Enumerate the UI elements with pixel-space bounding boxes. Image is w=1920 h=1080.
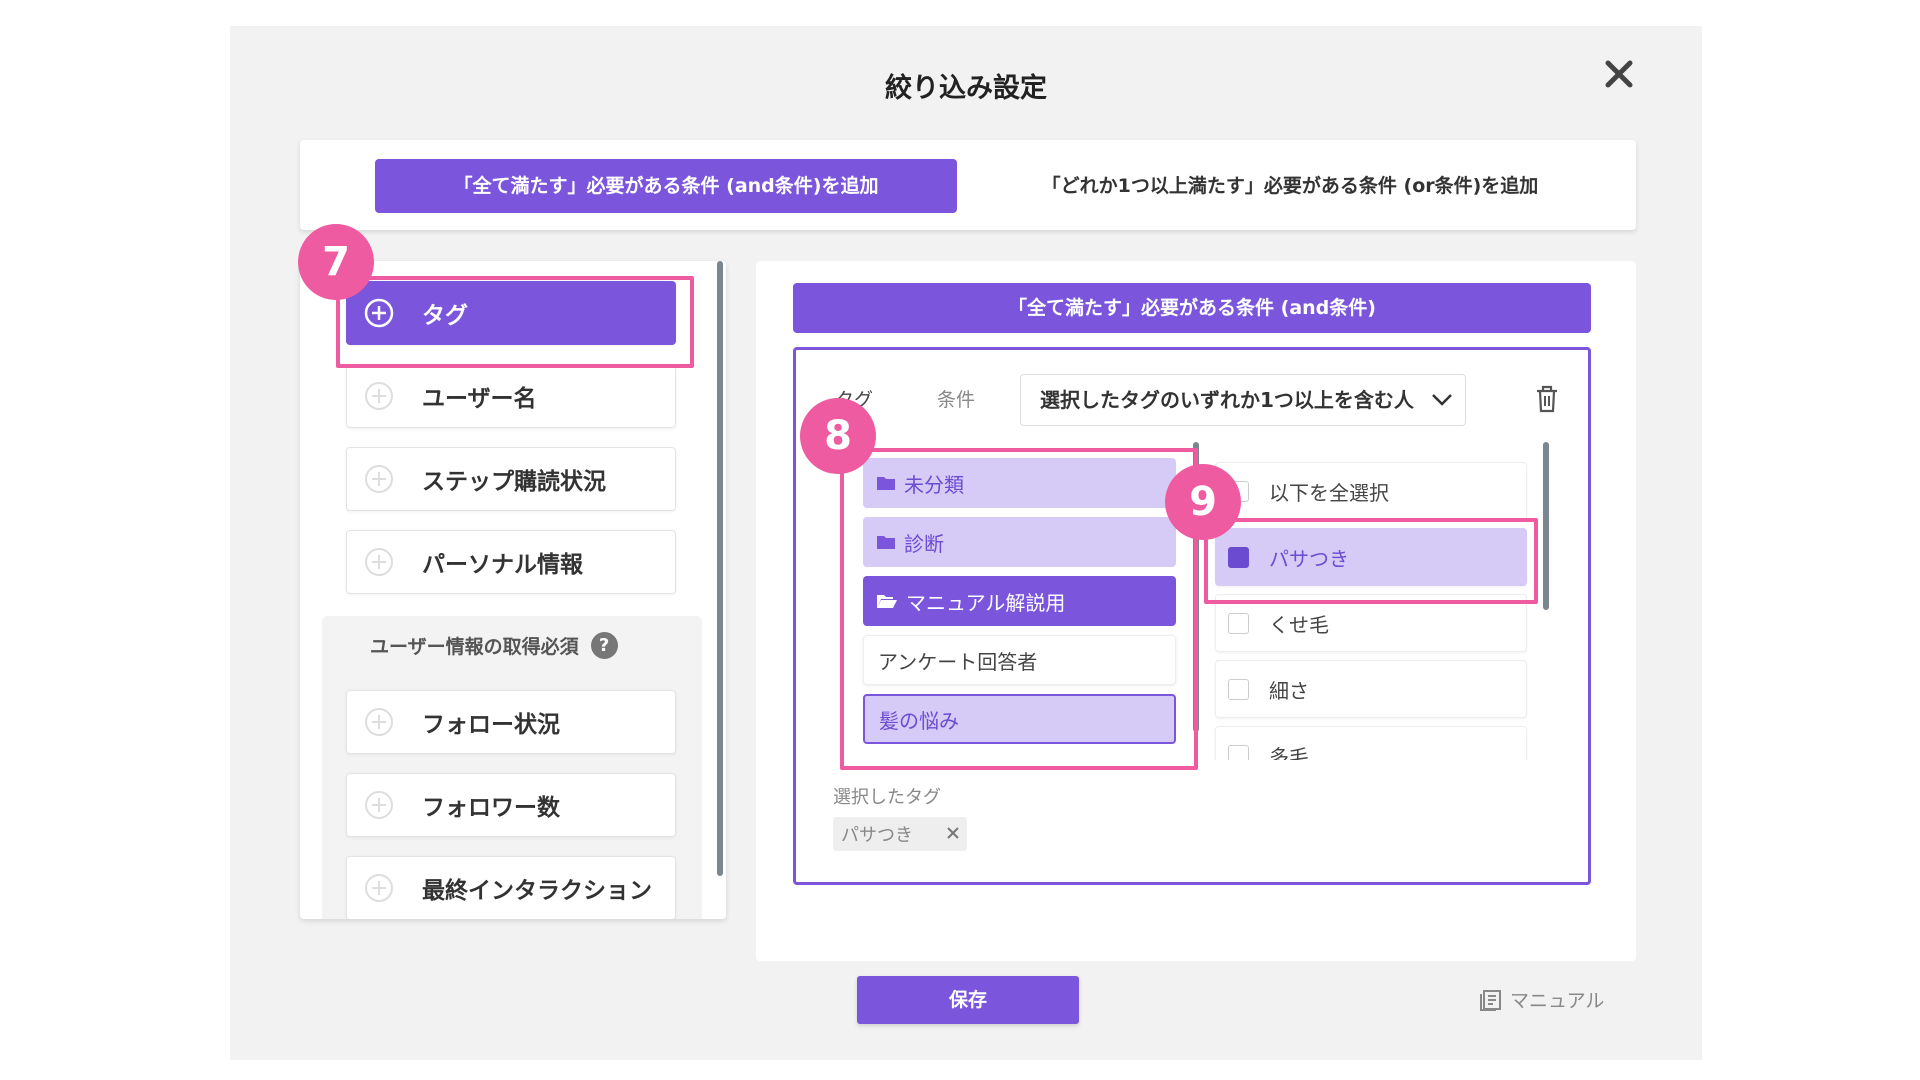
manual-book-icon xyxy=(1480,989,1501,1011)
checkbox[interactable] xyxy=(1228,612,1249,634)
checkbox-list-scrollbar[interactable] xyxy=(1543,442,1549,610)
help-icon[interactable]: ? xyxy=(590,632,618,659)
checkbox[interactable] xyxy=(1228,546,1249,568)
category-label: フォロー状況 xyxy=(422,712,560,738)
tag-checkbox-item[interactable]: くせ毛 xyxy=(1215,594,1527,652)
folder-open-icon xyxy=(877,595,897,608)
category-label: タグ xyxy=(422,303,468,329)
category-label: 最終インタラクション xyxy=(422,878,652,904)
plus-circle-icon xyxy=(364,298,394,328)
tag-folder-item[interactable]: 髪の悩み xyxy=(863,694,1176,744)
annotation-badge-9: 9 xyxy=(1165,464,1241,540)
chevron-down-icon xyxy=(1432,394,1452,406)
plus-circle-icon xyxy=(365,465,393,493)
folder-icon xyxy=(877,477,895,490)
plus-circle-icon xyxy=(365,708,393,736)
category-tag[interactable]: タグ xyxy=(346,281,676,345)
category-follow[interactable]: フォロー状況 xyxy=(346,690,676,754)
condition-mode-bar: 「全て満たす」必要がある条件 (and条件)を追加 「どれか1つ以上満たす」必要… xyxy=(300,140,1636,230)
manual-link[interactable]: マニュアル xyxy=(1480,986,1604,1013)
dialog-title: 絞り込み設定 xyxy=(885,73,1047,104)
condition-field-label: 条件 xyxy=(937,389,976,411)
category-personal[interactable]: パーソナル情報 xyxy=(346,530,676,594)
close-icon[interactable] xyxy=(1601,56,1637,92)
category-followers[interactable]: フォロワー数 xyxy=(346,773,676,837)
save-button[interactable]: 保存 xyxy=(857,976,1079,1024)
condition-select-value: 選択したタグのいずれか1つ以上を含む人 xyxy=(1040,388,1414,412)
condition-panel: 「全て満たす」必要がある条件 (and条件) タグ 条件 選択したタグのいずれか… xyxy=(756,261,1636,961)
plus-circle-icon xyxy=(365,548,393,576)
checkbox[interactable] xyxy=(1228,744,1249,760)
selected-tags-label: 選択したタグ xyxy=(833,787,941,808)
category-label: ステップ購読状況 xyxy=(422,469,606,495)
filter-settings-dialog: 絞り込み設定 「全て満たす」必要がある条件 (and条件)を追加 「どれか1つ以… xyxy=(230,26,1702,1060)
annotation-badge-8: 8 xyxy=(800,398,876,474)
tag-folder-list: 未分類 診断 マニュアル解説用 アンケート回答者 髪の悩み xyxy=(849,448,1194,748)
tag-checkbox-item[interactable]: 細さ xyxy=(1215,660,1527,718)
category-label: ユーザー名 xyxy=(422,386,537,412)
tag-folder-item[interactable]: マニュアル解説用 xyxy=(863,576,1176,626)
plus-circle-icon xyxy=(365,382,393,410)
tag-checkbox-list: 以下を全選択 パサつき くせ毛 細さ 多毛 xyxy=(1206,442,1546,760)
category-panel: タグ ユーザー名 ステップ購読状況 パーソナル情報 ユーザー情報の取得必須 ? … xyxy=(300,261,726,919)
select-all-checkbox[interactable]: 以下を全選択 xyxy=(1215,462,1527,520)
category-step[interactable]: ステップ購読状況 xyxy=(346,447,676,511)
remove-icon[interactable] xyxy=(947,827,959,839)
category-scrollbar[interactable] xyxy=(717,261,723,876)
plus-circle-icon xyxy=(365,874,393,902)
condition-header: 「全て満たす」必要がある条件 (and条件) xyxy=(793,283,1591,333)
tag-folder-item[interactable]: 未分類 xyxy=(863,458,1176,508)
tag-folder-item[interactable]: アンケート回答者 xyxy=(863,635,1176,685)
category-label: フォロワー数 xyxy=(422,795,560,821)
plus-circle-icon xyxy=(365,791,393,819)
selected-tag-chip: パサつき xyxy=(833,817,967,851)
trash-icon[interactable] xyxy=(1534,384,1560,414)
condition-box: タグ 条件 選択したタグのいずれか1つ以上を含む人 未分類 診断 マニュアル解説… xyxy=(793,347,1591,885)
category-username[interactable]: ユーザー名 xyxy=(346,364,676,428)
tag-checkbox-item[interactable]: 多毛 xyxy=(1215,726,1527,760)
add-and-condition-button[interactable]: 「全て満たす」必要がある条件 (and条件)を追加 xyxy=(375,159,957,213)
condition-select[interactable]: 選択したタグのいずれか1つ以上を含む人 xyxy=(1020,374,1466,426)
category-label: パーソナル情報 xyxy=(422,552,583,578)
annotation-badge-7: 7 xyxy=(298,224,374,300)
folder-icon xyxy=(877,536,895,549)
tag-folder-item[interactable]: 診断 xyxy=(863,517,1176,567)
add-or-condition-button[interactable]: 「どれか1つ以上満たす」必要がある条件 (or条件)を追加 xyxy=(990,159,1590,213)
section-title: ユーザー情報の取得必須 ? xyxy=(370,632,618,659)
tag-checkbox-item[interactable]: パサつき xyxy=(1215,528,1527,586)
category-last-interaction[interactable]: 最終インタラクション xyxy=(346,856,676,919)
checkbox[interactable] xyxy=(1228,678,1249,700)
